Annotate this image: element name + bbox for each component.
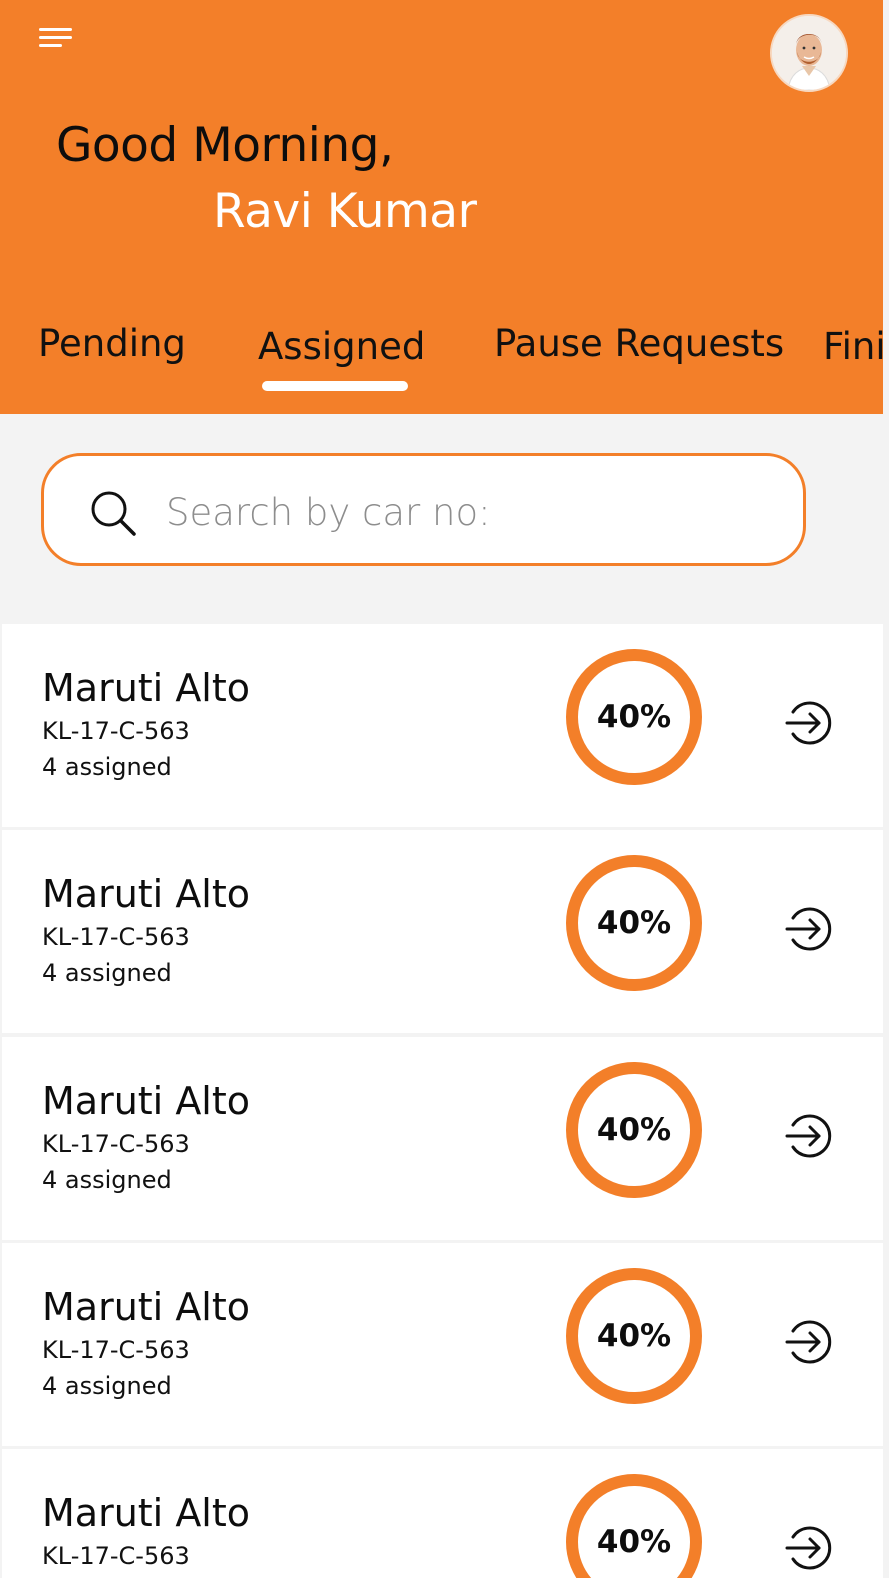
assigned-count: 4 assigned <box>42 959 172 987</box>
assigned-count: 4 assigned <box>42 753 172 781</box>
progress-ring: 40% <box>566 649 702 785</box>
progress-percent: 40% <box>596 905 672 941</box>
progress-ring: 40% <box>566 855 702 991</box>
active-tab-indicator <box>262 381 408 391</box>
car-card[interactable]: Maruti Alto KL-17-C-563 40% <box>2 1449 883 1578</box>
car-card[interactable]: Maruti Alto KL-17-C-563 4 assigned 40% <box>2 1037 883 1240</box>
progress-ring: 40% <box>566 1268 702 1404</box>
car-card[interactable]: Maruti Alto KL-17-C-563 4 assigned 40% <box>2 624 883 827</box>
user-avatar[interactable] <box>770 14 848 92</box>
hamburger-menu-icon[interactable] <box>36 24 76 54</box>
tab-assigned[interactable]: Assigned <box>258 325 425 368</box>
progress-percent: 40% <box>596 1112 672 1148</box>
car-card[interactable]: Maruti Alto KL-17-C-563 4 assigned 40% <box>2 830 883 1033</box>
car-name: Maruti Alto <box>42 666 251 710</box>
car-name: Maruti Alto <box>42 1285 251 1329</box>
tab-pending[interactable]: Pending <box>38 322 186 365</box>
car-card[interactable]: Maruti Alto KL-17-C-563 4 assigned 40% <box>2 1243 883 1446</box>
greeting-text: Good Morning, <box>56 118 394 173</box>
open-arrow-icon[interactable] <box>783 904 833 954</box>
car-name: Maruti Alto <box>42 1491 251 1535</box>
car-number: KL-17-C-563 <box>42 923 190 951</box>
assigned-count: 4 assigned <box>42 1166 172 1194</box>
car-number: KL-17-C-563 <box>42 1130 190 1158</box>
tab-pause-requests[interactable]: Pause Requests <box>494 322 784 365</box>
car-name: Maruti Alto <box>42 872 251 916</box>
open-arrow-icon[interactable] <box>783 698 833 748</box>
assigned-count: 4 assigned <box>42 1372 172 1400</box>
car-number: KL-17-C-563 <box>42 717 190 745</box>
progress-percent: 40% <box>596 699 672 735</box>
search-icon[interactable] <box>88 488 138 538</box>
app-header: Good Morning, Ravi Kumar Pending Assigne… <box>0 0 883 414</box>
tab-finished[interactable]: Fini <box>823 325 883 368</box>
car-number: KL-17-C-563 <box>42 1336 190 1364</box>
user-name: Ravi Kumar <box>213 184 477 239</box>
progress-percent: 40% <box>596 1318 672 1354</box>
progress-percent: 40% <box>596 1524 672 1560</box>
open-arrow-icon[interactable] <box>783 1111 833 1161</box>
car-number: KL-17-C-563 <box>42 1542 190 1570</box>
car-name: Maruti Alto <box>42 1079 251 1123</box>
search-bar <box>41 453 806 566</box>
open-arrow-icon[interactable] <box>783 1523 833 1573</box>
open-arrow-icon[interactable] <box>783 1317 833 1367</box>
progress-ring: 40% <box>566 1062 702 1198</box>
progress-ring: 40% <box>566 1474 702 1578</box>
search-input[interactable] <box>164 466 768 558</box>
